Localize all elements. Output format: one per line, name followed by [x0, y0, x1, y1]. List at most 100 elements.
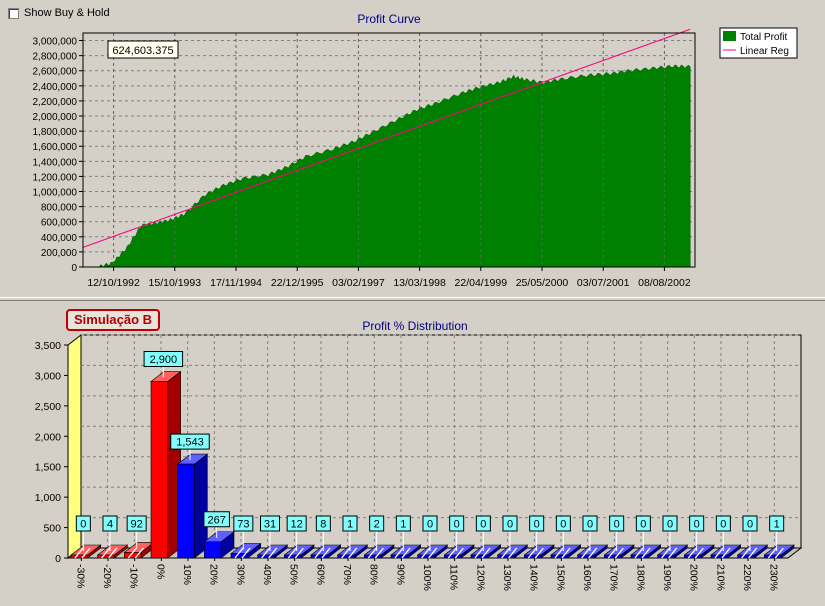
bar-front — [550, 554, 568, 559]
data-label-text: 73 — [237, 519, 249, 531]
y-tick-label: 1,500 — [35, 462, 61, 474]
bar — [150, 370, 182, 559]
data-label-text: 1 — [774, 519, 780, 531]
y-tick-label: 1,600,000 — [33, 142, 78, 153]
x-tick-label: 15/10/1993 — [149, 277, 202, 289]
profit-distribution-panel: Profit % Distribution 0 500 1,000 1,500 2,000… — [0, 301, 825, 603]
x-tick-label: -10% — [128, 564, 140, 589]
simulation-badge: Simulação B — [66, 309, 161, 331]
x-tick-label: 60% — [314, 564, 326, 585]
value-annotation: 624,603.375 — [107, 40, 179, 59]
x-tick-label: 20% — [208, 564, 220, 585]
data-label-text: 2 — [374, 519, 380, 531]
y-tick-label: 2,200,000 — [33, 97, 78, 108]
x-tick-label: 40% — [261, 564, 273, 585]
y-tick-label: 2,000,000 — [33, 112, 78, 123]
x-tick-label: 170% — [608, 564, 620, 591]
bar-front — [577, 554, 595, 559]
x-tick-label: 03/02/1997 — [332, 277, 385, 289]
x-tick-label: 210% — [714, 564, 726, 591]
data-label-text: 92 — [131, 519, 143, 531]
data-label-text: 0 — [80, 519, 86, 531]
y-tick-label: 1,400,000 — [33, 157, 78, 168]
x-tick-label: 180% — [634, 564, 646, 591]
show-buy-hold-label: Show Buy & Hold — [24, 7, 110, 19]
show-buy-hold-checkbox[interactable] — [8, 7, 19, 19]
y-tick-label: 2,600,000 — [33, 67, 78, 78]
data-label-text: 0 — [667, 519, 673, 531]
x-tick-label: 190% — [661, 564, 673, 591]
y-tick-label: 2,500 — [35, 401, 61, 413]
x-tick-label: 230% — [768, 564, 780, 591]
data-label-text: 1 — [347, 519, 353, 531]
bar-front — [177, 463, 195, 559]
y-tick-label: 1,200,000 — [33, 172, 78, 183]
x-tick-label: 30% — [234, 564, 246, 585]
data-label-text: 0 — [534, 519, 540, 531]
x-tick-label: 25/05/2000 — [516, 277, 569, 289]
data-label-text: 0 — [454, 519, 460, 531]
profit-curve-panel: Show Buy & Hold Profit Curve 0 200,000 400,… — [0, 0, 825, 297]
bar-front — [390, 554, 408, 559]
data-label-text: 0 — [560, 519, 566, 531]
bar-front — [630, 554, 648, 559]
x-tick-label: 13/03/1998 — [393, 277, 446, 289]
chart-title: Profit % Distribution — [362, 319, 467, 333]
legend-swatch-total-profit — [723, 31, 736, 41]
y-tick-label: 1,800,000 — [33, 127, 78, 138]
bar-front — [764, 554, 782, 559]
bar-front — [310, 554, 328, 559]
x-tick-label: -30% — [74, 564, 86, 589]
bar-front — [684, 554, 702, 559]
bar-front — [257, 554, 275, 559]
data-label-text: 4 — [107, 519, 113, 531]
x-tick-label: 140% — [528, 564, 540, 591]
data-label-text: 0 — [614, 519, 620, 531]
data-label-text: 0 — [640, 519, 646, 531]
legend: Total Profit Linear Reg — [719, 27, 798, 59]
data-label-text: 8 — [320, 519, 326, 531]
legend-label-linear-reg: Linear Reg — [740, 46, 789, 57]
data-label-text: 1 — [400, 519, 406, 531]
x-tick-label: 130% — [501, 564, 513, 591]
x-tick-label: 0% — [154, 564, 166, 579]
data-label-text: 0 — [507, 519, 513, 531]
y-tick-label: 0 — [55, 553, 61, 565]
y-tick-label: 3,000 — [35, 370, 61, 382]
legend-label-total-profit: Total Profit — [740, 32, 787, 43]
x-tick-label: 160% — [581, 564, 593, 591]
bar-front — [97, 554, 115, 559]
bar-front — [417, 554, 435, 559]
y-tick-label: 0 — [71, 263, 77, 274]
y-tick-label: 200,000 — [41, 248, 78, 259]
data-label-text: 267 — [207, 514, 225, 526]
y-tick-label: 400,000 — [41, 233, 78, 244]
bar-front — [604, 554, 622, 559]
y-tick-label: 2,000 — [35, 431, 61, 443]
x-tick-label: 200% — [688, 564, 700, 591]
x-tick-label: 50% — [288, 564, 300, 585]
x-tick-label: 17/11/1994 — [210, 277, 262, 289]
y-tick-label: 1,000 — [35, 492, 61, 504]
x-tick-label: 03/07/2001 — [577, 277, 630, 289]
y-tick-label: 1,000,000 — [33, 188, 78, 199]
y-tick-label: 600,000 — [41, 218, 78, 229]
data-label-text: 2,900 — [150, 354, 178, 366]
profit-distribution-chart: Profit % Distribution 0 500 1,000 1,500 2,000… — [35, 319, 803, 591]
y-tick-label: 2,800,000 — [33, 52, 78, 63]
x-tick-label: 150% — [554, 564, 566, 591]
data-label-text: 0 — [427, 519, 433, 531]
data-label-text: 31 — [264, 519, 276, 531]
bar-front — [204, 541, 222, 559]
data-label-text: 1,543 — [176, 437, 204, 449]
bar-front — [524, 554, 542, 559]
x-tick-label: 110% — [448, 564, 460, 590]
show-buy-hold-toggle[interactable]: Show Buy & Hold — [8, 7, 110, 19]
x-tick-label: 08/08/2002 — [638, 277, 691, 289]
x-tick-label: 120% — [474, 564, 486, 591]
profit-curve-chart: Profit Curve 0 200,000 400,000 600,000 800,00… — [33, 12, 798, 289]
bar-front — [70, 554, 88, 559]
bar-front — [337, 554, 355, 559]
bar-front — [657, 554, 675, 559]
chart-title: Profit Curve — [357, 12, 421, 26]
